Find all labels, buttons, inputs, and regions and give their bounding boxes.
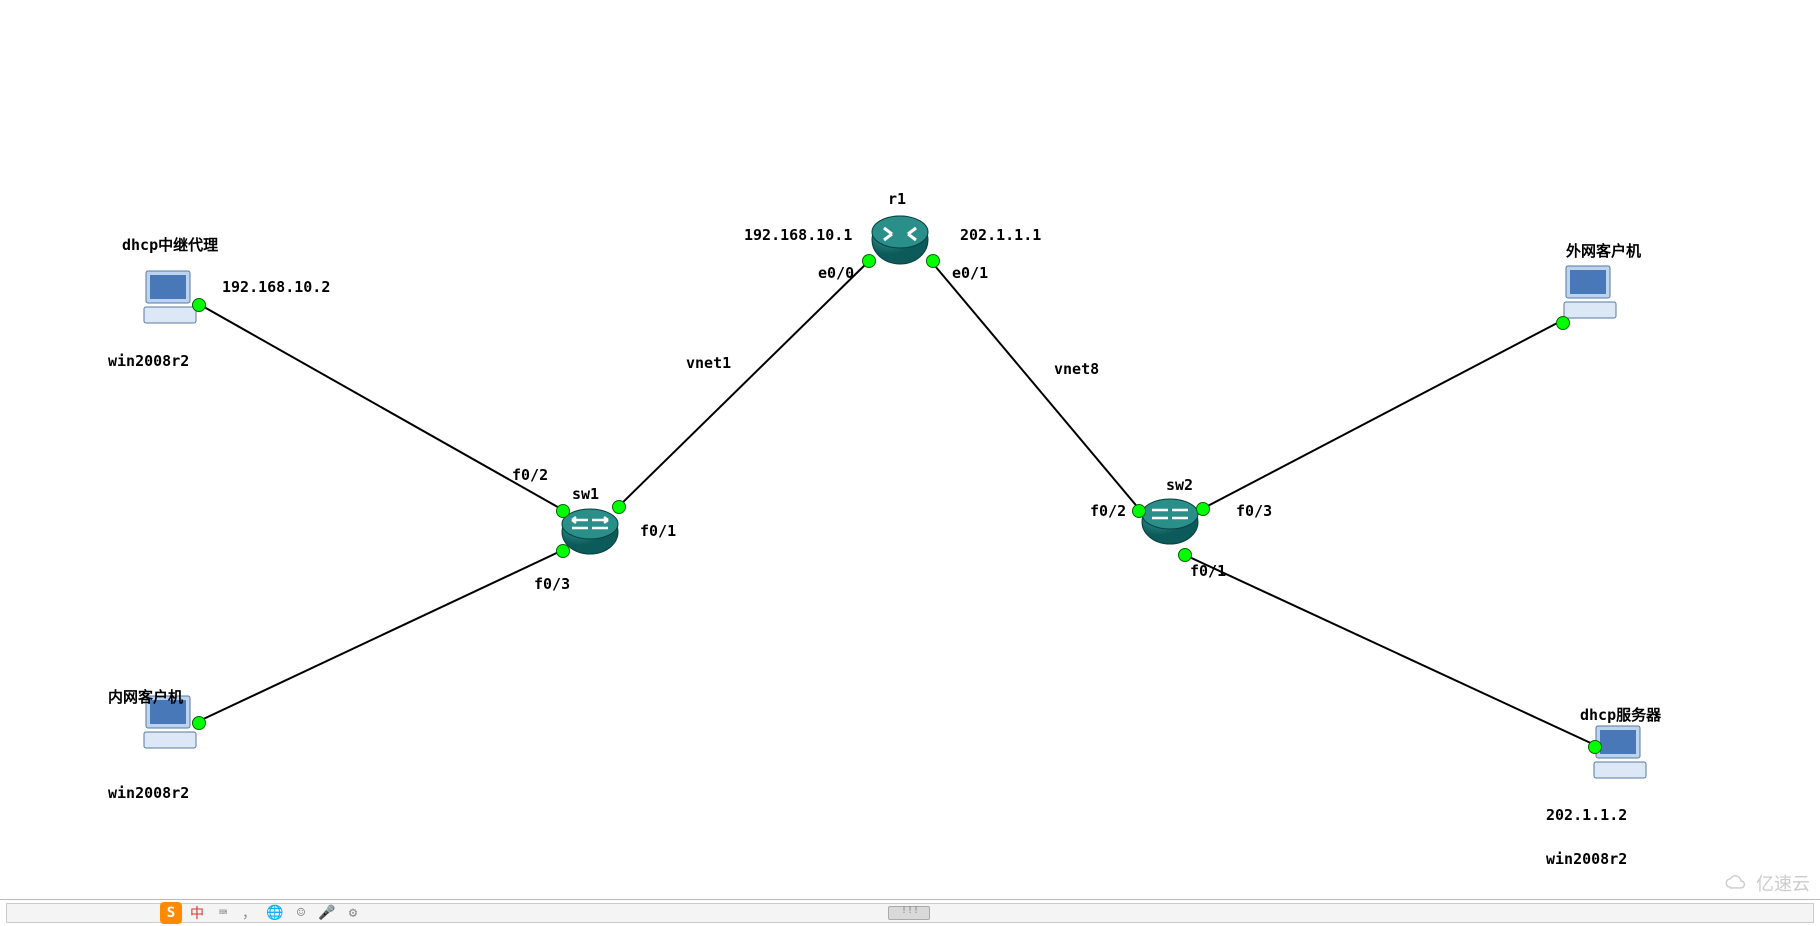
switch-icon xyxy=(1140,490,1200,550)
port-dot xyxy=(612,500,626,514)
watermark: 亿速云 xyxy=(1722,870,1810,896)
cloud-icon xyxy=(1722,874,1750,892)
label-link-vnet8: vnet8 xyxy=(1054,360,1099,378)
label-sw2-f01: f0/1 xyxy=(1190,562,1226,580)
globe-icon[interactable]: 🌐 xyxy=(264,902,286,924)
label-r1-ip-left: 192.168.10.1 xyxy=(744,226,852,244)
label-pc-bl-title: 内网客户机 xyxy=(108,686,183,707)
label-pc-br-os: win2008r2 xyxy=(1546,850,1627,868)
label-sw1-f01: f0/1 xyxy=(640,522,676,540)
pc-dhcp-relay[interactable] xyxy=(140,265,204,329)
label-sw1-name: sw1 xyxy=(572,485,599,503)
port-dot xyxy=(1196,502,1210,516)
label-pc-br-ip: 202.1.1.2 xyxy=(1546,806,1627,824)
label-r1-port-left: e0/0 xyxy=(818,264,854,282)
mic-icon[interactable]: 🎤 xyxy=(316,902,338,924)
keyboard-icon[interactable]: ⌨ xyxy=(212,902,234,924)
switch-sw2[interactable] xyxy=(1140,490,1200,550)
emoji-icon[interactable]: ☺ xyxy=(290,902,312,924)
diagram-canvas[interactable]: r1 192.168.10.1 202.1.1.1 e0/0 e0/1 vnet… xyxy=(0,0,1820,926)
port-dot xyxy=(1556,316,1570,330)
punct-icon[interactable]: ， xyxy=(238,902,260,924)
router-r1[interactable] xyxy=(870,210,930,270)
port-dot xyxy=(192,298,206,312)
pc-icon xyxy=(140,265,204,329)
scroll-marker: !!! xyxy=(901,905,919,916)
topology-lines xyxy=(0,0,1820,926)
watermark-text: 亿速云 xyxy=(1756,870,1810,896)
label-link-vnet1: vnet1 xyxy=(686,354,731,372)
label-r1-name: r1 xyxy=(888,190,906,208)
port-dot xyxy=(1132,504,1146,518)
label-pc-tl-ip: 192.168.10.2 xyxy=(222,278,330,296)
port-dot xyxy=(192,716,206,730)
pc-external-client[interactable] xyxy=(1560,260,1624,324)
port-dot xyxy=(1178,548,1192,562)
port-dot xyxy=(1588,740,1602,754)
ime-cn-icon[interactable]: 中 xyxy=(186,902,208,924)
label-sw2-f03: f0/3 xyxy=(1236,502,1272,520)
label-r1-ip-right: 202.1.1.1 xyxy=(960,226,1041,244)
port-dot xyxy=(862,254,876,268)
label-pc-tl-title: dhcp中继代理 xyxy=(122,234,218,255)
port-dot xyxy=(556,504,570,518)
label-pc-br-title: dhcp服务器 xyxy=(1580,704,1661,725)
port-dot xyxy=(556,544,570,558)
label-pc-tl-os: win2008r2 xyxy=(108,352,189,370)
router-icon xyxy=(870,210,930,270)
pc-icon xyxy=(1560,260,1624,324)
label-sw1-f02: f0/2 xyxy=(512,466,548,484)
label-sw2-f02: f0/2 xyxy=(1090,502,1126,520)
label-pc-bl-os: win2008r2 xyxy=(108,784,189,802)
port-dot xyxy=(926,254,940,268)
settings-icon[interactable]: ⚙ xyxy=(342,902,364,924)
taskbar-tray-fragment: S 中 ⌨ ， 🌐 ☺ 🎤 ⚙ xyxy=(160,900,364,926)
label-sw2-name: sw2 xyxy=(1166,476,1193,494)
label-r1-port-right: e0/1 xyxy=(952,264,988,282)
label-pc-tr-title: 外网客户机 xyxy=(1566,240,1641,261)
ime-icon[interactable]: S xyxy=(160,902,182,924)
label-sw1-f03: f0/3 xyxy=(534,575,570,593)
